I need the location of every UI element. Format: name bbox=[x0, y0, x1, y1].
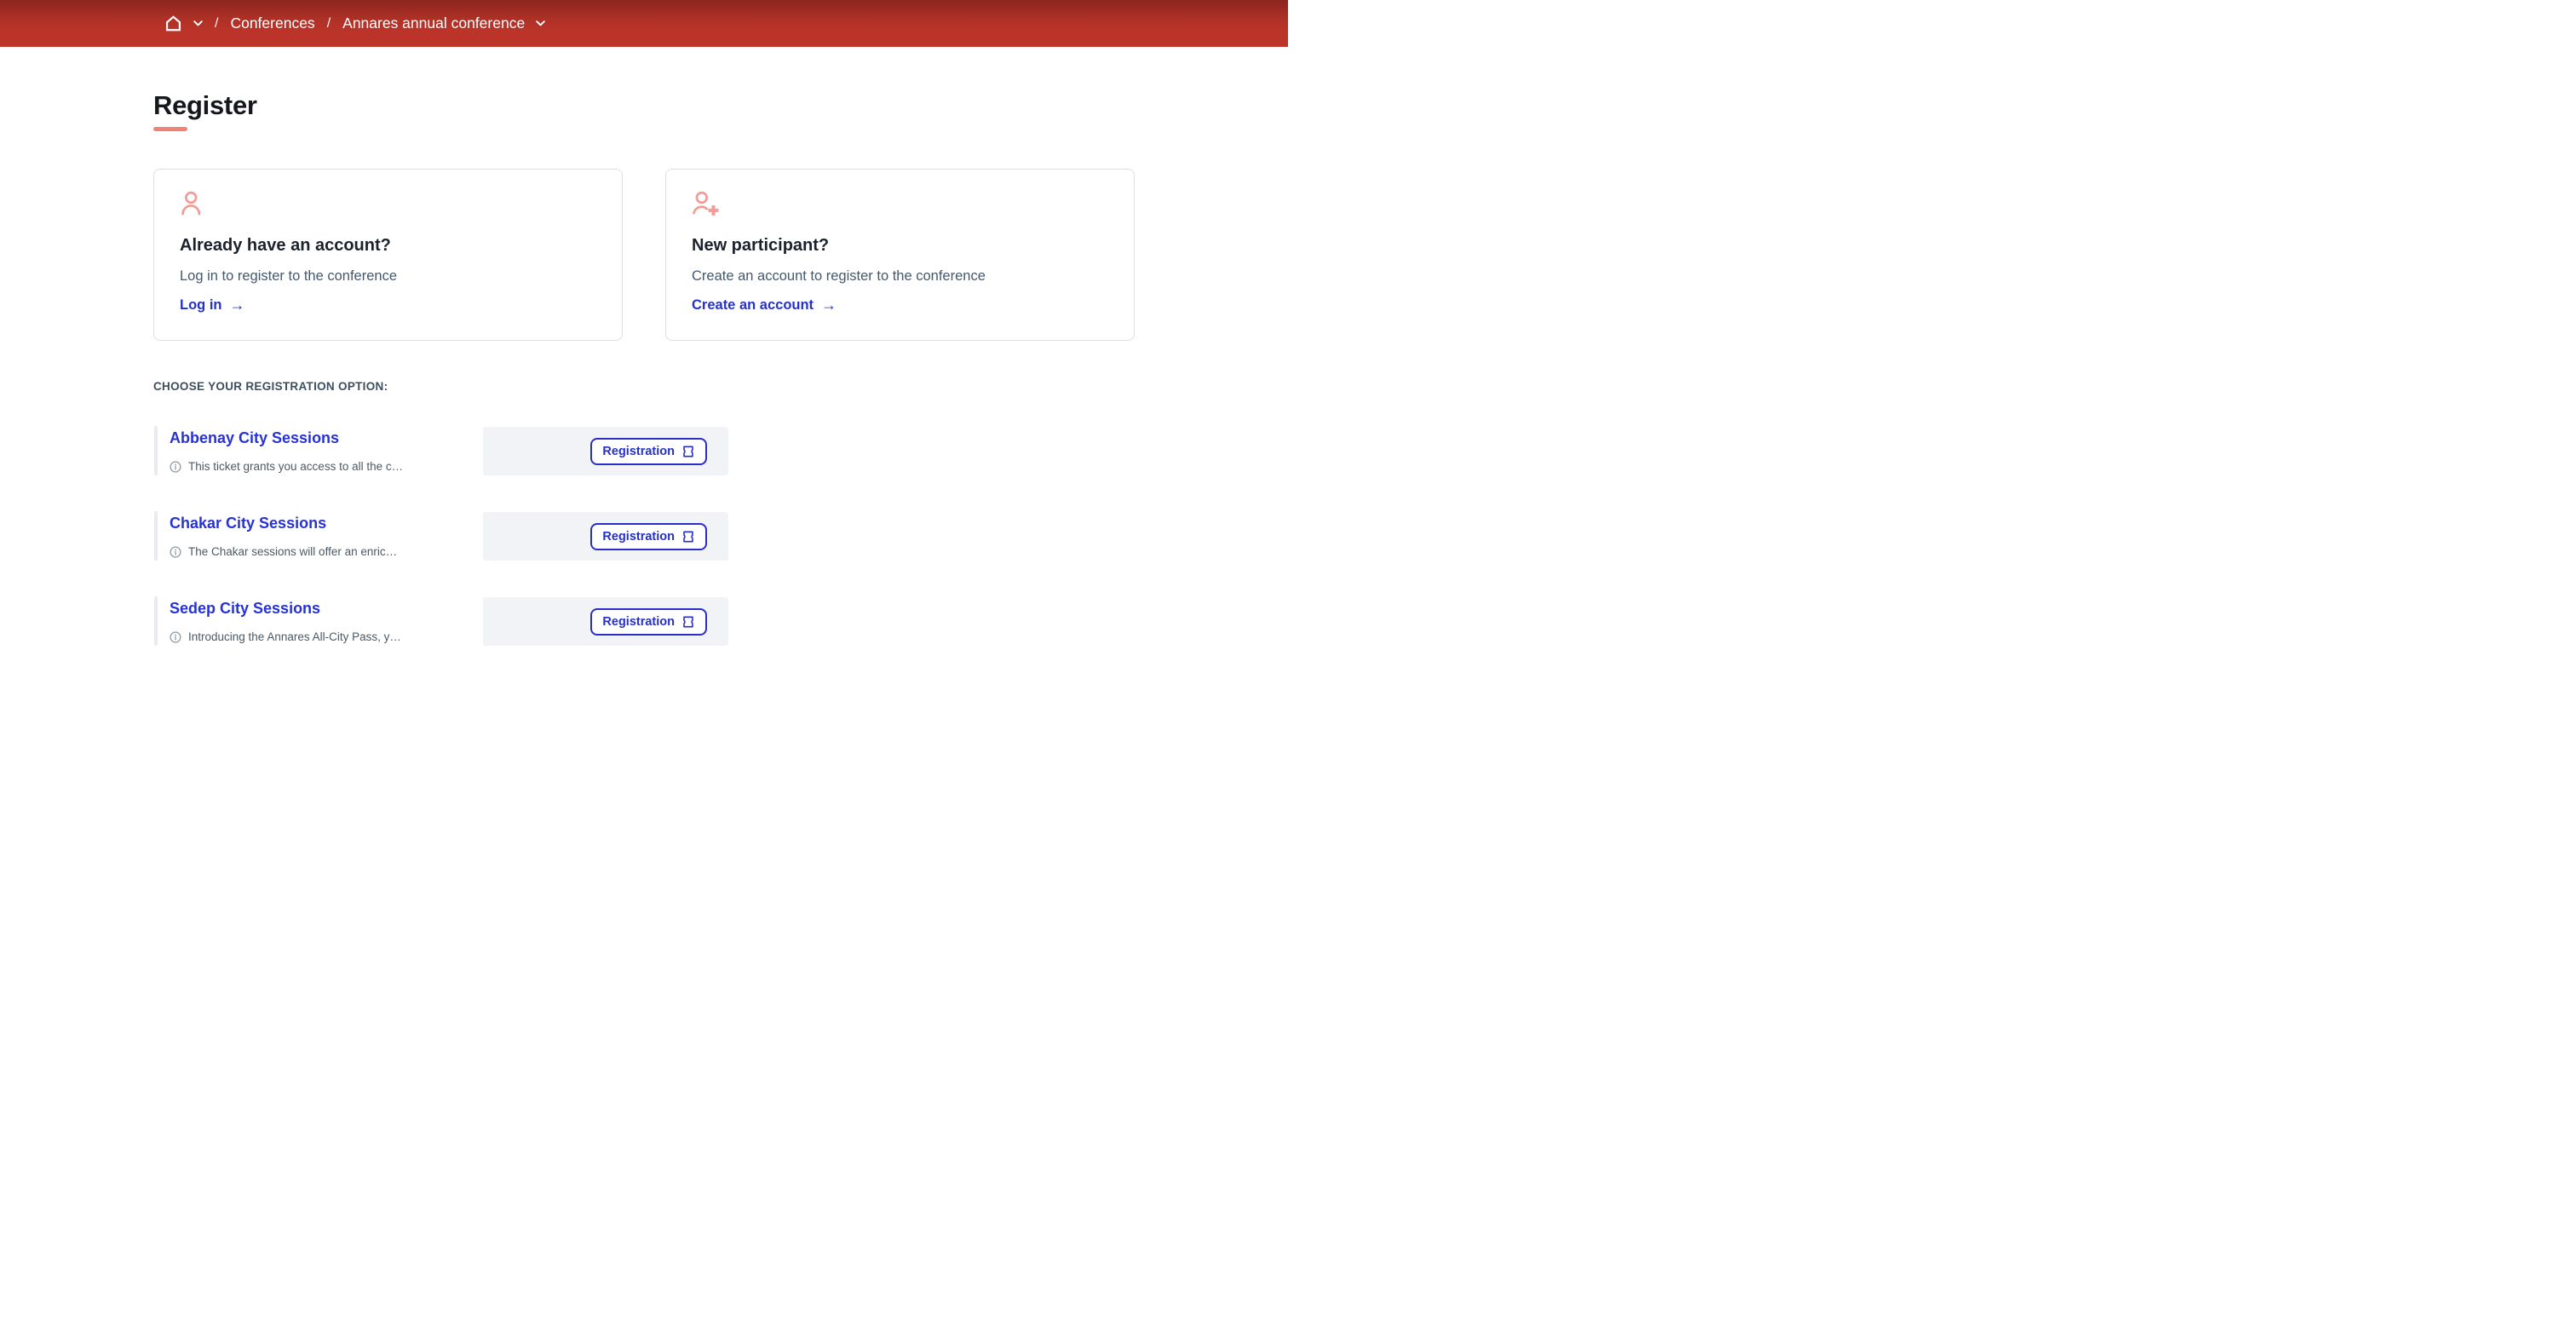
option-description: Introducing the Annares All-City Pass, y… bbox=[170, 630, 401, 643]
arrow-right-icon: → bbox=[821, 296, 837, 314]
registration-button-label: Registration bbox=[602, 530, 675, 544]
new-participant-card: New participant? Create an account to re… bbox=[665, 169, 1135, 341]
breadcrumb-separator: / bbox=[215, 16, 218, 32]
registration-option-row: Chakar City Sessions The Chakar sessions… bbox=[154, 511, 1288, 560]
user-icon bbox=[180, 190, 596, 219]
chevron-down-icon[interactable] bbox=[193, 20, 203, 26]
breadcrumb: / Conferences / Annares annual conferenc… bbox=[164, 14, 545, 32]
registration-option-row: Sedep City Sessions Introducing the Anna… bbox=[154, 596, 1288, 645]
breadcrumb-conferences[interactable]: Conferences bbox=[230, 14, 314, 32]
ticket-icon bbox=[681, 530, 695, 544]
top-navbar: / Conferences / Annares annual conferenc… bbox=[0, 0, 1288, 47]
info-icon[interactable] bbox=[170, 631, 181, 643]
option-description-text: This ticket grants you access to all the… bbox=[188, 460, 403, 473]
option-description: The Chakar sessions will offer an enric… bbox=[170, 545, 397, 558]
ticket-icon bbox=[681, 445, 695, 458]
card-body-text: Create an account to register to the con… bbox=[692, 268, 1108, 285]
home-icon[interactable] bbox=[164, 14, 182, 32]
row-accent-bar bbox=[154, 511, 158, 561]
link-label: Log in bbox=[180, 297, 221, 314]
registration-options-label: CHOOSE YOUR REGISTRATION OPTION: bbox=[153, 380, 1288, 393]
registration-button[interactable]: Registration bbox=[590, 523, 707, 550]
account-cards: Already have an account? Log in to regis… bbox=[153, 169, 1288, 341]
info-icon[interactable] bbox=[170, 546, 181, 558]
chevron-down-icon[interactable] bbox=[536, 20, 545, 26]
option-title-link[interactable]: Abbenay City Sessions bbox=[170, 429, 339, 447]
option-description-text: The Chakar sessions will offer an enric… bbox=[188, 545, 397, 558]
option-description-text: Introducing the Annares All-City Pass, y… bbox=[188, 630, 401, 643]
row-accent-bar bbox=[154, 596, 158, 646]
registration-button-label: Registration bbox=[602, 445, 675, 458]
arrow-right-icon: → bbox=[229, 296, 244, 314]
main-content: Register Already have an account? Log in… bbox=[0, 89, 1288, 645]
info-icon[interactable] bbox=[170, 461, 181, 473]
registration-button[interactable]: Registration bbox=[590, 608, 707, 636]
registration-options-list: Abbenay City Sessions This ticket grants… bbox=[154, 426, 1288, 645]
option-action-panel: Registration bbox=[483, 512, 728, 561]
registration-button-label: Registration bbox=[602, 615, 675, 629]
breadcrumb-separator: / bbox=[327, 16, 331, 32]
page-title: Register bbox=[153, 89, 1288, 121]
breadcrumb-event[interactable]: Annares annual conference bbox=[342, 14, 525, 32]
card-heading: New participant? bbox=[692, 236, 1108, 256]
login-card: Already have an account? Log in to regis… bbox=[153, 169, 623, 341]
card-heading: Already have an account? bbox=[180, 236, 596, 256]
link-label: Create an account bbox=[692, 297, 814, 314]
log-in-link[interactable]: Log in → bbox=[180, 296, 244, 314]
option-action-panel: Registration bbox=[483, 427, 728, 475]
create-account-link[interactable]: Create an account → bbox=[692, 296, 837, 314]
title-underline bbox=[153, 127, 187, 131]
option-description: This ticket grants you access to all the… bbox=[170, 460, 403, 473]
registration-option-row: Abbenay City Sessions This ticket grants… bbox=[154, 426, 1288, 475]
user-plus-icon bbox=[692, 190, 1108, 219]
registration-button[interactable]: Registration bbox=[590, 438, 707, 465]
option-title-link[interactable]: Chakar City Sessions bbox=[170, 515, 326, 532]
row-accent-bar bbox=[154, 426, 158, 475]
option-action-panel: Registration bbox=[483, 597, 728, 646]
card-body-text: Log in to register to the conference bbox=[180, 268, 596, 285]
option-title-link[interactable]: Sedep City Sessions bbox=[170, 600, 320, 618]
ticket-icon bbox=[681, 615, 695, 629]
